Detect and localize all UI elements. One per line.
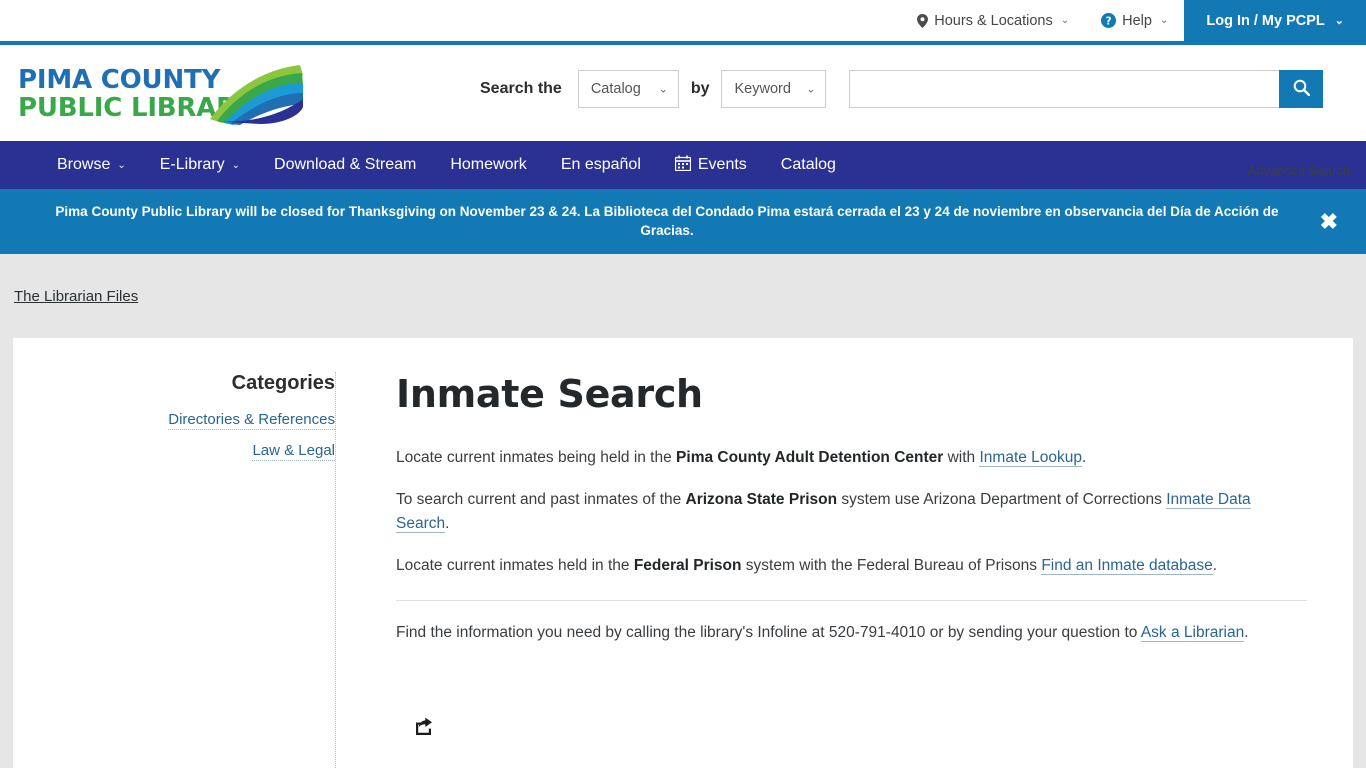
content-divider [396,600,1307,601]
hours-and-locations-label: Hours & Locations [934,12,1053,29]
link-ask-a-librarian[interactable]: Ask a Librarian [1140,624,1245,642]
calendar-icon [674,155,692,176]
text-fragment: . [1244,624,1249,641]
text-emphasis: Federal Prison [633,557,742,574]
chevron-down-icon: ⌄ [1159,15,1169,26]
login-my-pcpl-button[interactable]: Log In / My PCPL ⌄ [1184,0,1366,41]
search-input[interactable] [849,70,1280,108]
chevron-down-icon: ⌄ [117,159,126,171]
search-field-select[interactable]: Keyword ⌄ [721,70,827,108]
text-fragment: Find the information you need by calling… [396,624,1141,641]
search-scope-value: Catalog [590,81,641,97]
text-fragment: Locate current inmates being held in the [396,449,677,466]
chevron-down-icon: ⌄ [806,83,816,96]
help-menu[interactable]: ? Help ⌄ [1085,0,1184,41]
logo-line-1: PIMA COUNTY [18,65,221,95]
hours-and-locations-menu[interactable]: Hours & Locations ⌄ [901,0,1085,41]
chevron-down-icon: ⌄ [231,159,241,171]
text-fragment: with [943,449,980,466]
by-label: by [690,80,710,97]
nav-item-events[interactable]: Events [658,141,764,189]
chevron-down-icon: ⌄ [1334,15,1344,27]
text-fragment: . [1212,557,1218,574]
main-navigation: Browse ⌄ E-Library ⌄ Download & Stream H… [0,141,1366,189]
content-card: Categories Directories & References Law … [13,338,1353,768]
paragraph-infoline: Find the information you need by calling… [396,621,1307,645]
nav-item-catalog[interactable]: Catalog [764,141,853,189]
text-fragment: system use Arizona Department of Correct… [837,491,1167,508]
login-label: Log In / My PCPL [1206,12,1325,29]
text-fragment: To search current and past inmates of th… [396,491,686,508]
search-icon [1293,79,1311,99]
nav-label: Catalog [780,156,836,173]
text-fragment: . [445,515,450,532]
help-circle-icon: ? [1101,13,1117,28]
search-the-label: Search the [480,80,562,97]
page-title: Inmate Search [396,372,703,416]
chevron-down-icon: ⌄ [1060,15,1070,26]
link-find-an-inmate-database[interactable]: Find an Inmate database [1041,557,1213,575]
location-pin-icon [917,13,929,28]
top-utility-bar: Hours & Locations ⌄ ? Help ⌄ Log In / My… [0,0,1366,45]
nav-item-en-espanol[interactable]: En español [544,141,658,189]
article-content: Inmate Search Locate current inmates bei… [336,372,1353,768]
nav-label: En español [560,156,641,173]
share-row [396,715,1307,741]
category-link-law-and-legal[interactable]: Law & Legal [252,442,335,461]
text-fragment: Locate current inmates held in the [396,557,634,574]
nav-item-homework[interactable]: Homework [433,141,543,189]
help-label: Help [1122,12,1152,29]
text-fragment: system with the Federal Bureau of Prison… [741,557,1042,574]
logo-fan-icon [210,65,303,125]
site-logo[interactable]: PIMA COUNTY PUBLIC LIBRARY [16,57,306,129]
nav-label: Download & Stream [274,156,417,173]
categories-sidebar: Categories Directories & References Law … [13,372,336,768]
site-header: PIMA COUNTY PUBLIC LIBRARY Search the Ca… [0,45,1366,178]
categories-title: Categories [231,372,335,394]
link-inmate-lookup[interactable]: Inmate Lookup [979,449,1083,467]
nav-label: Homework [450,156,527,173]
text-emphasis: Arizona State Prison [685,491,838,508]
nav-label: E-Library [159,156,225,173]
paragraph-detention-center: Locate current inmates being held in the… [396,446,1307,470]
chevron-down-icon: ⌄ [658,83,668,96]
paragraph-state-prison: To search current and past inmates of th… [396,488,1307,536]
search-scope-select[interactable]: Catalog ⌄ [577,70,679,108]
breadcrumb: The Librarian Files [0,254,1366,338]
svg-text:?: ? [1106,15,1112,27]
nav-item-e-library[interactable]: E-Library ⌄ [143,141,257,189]
text-fragment: . [1082,449,1087,466]
nav-label: Events [697,156,747,173]
nav-label: Browse [57,156,111,173]
nav-item-browse[interactable]: Browse ⌄ [40,141,143,189]
text-emphasis: Pima County Adult Detention Center [676,449,944,466]
paragraph-federal-prison: Locate current inmates held in the Feder… [396,554,1307,578]
search-bar: Search the Catalog ⌄ by Keyword ⌄ [480,70,1324,108]
search-submit-button[interactable] [1279,70,1324,108]
close-icon[interactable]: ✖ [1320,210,1338,233]
breadcrumb-link-librarian-files[interactable]: The Librarian Files [14,288,138,305]
share-icon[interactable] [412,715,434,737]
category-link-directories-and-references[interactable]: Directories & References [168,411,335,430]
alert-banner: Pima County Public Library will be close… [0,189,1366,254]
advanced-search-link[interactable]: Advanced Search [1247,163,1350,178]
nav-item-download-and-stream[interactable]: Download & Stream [257,141,433,189]
search-field-value: Keyword [734,81,791,97]
alert-message: Pima County Public Library will be close… [55,204,1279,238]
